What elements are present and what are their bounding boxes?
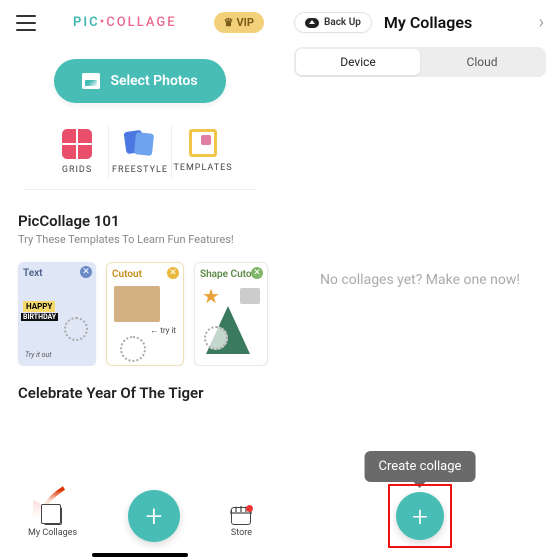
create-collage-fab[interactable]: + xyxy=(396,492,444,540)
tab-store[interactable]: Store xyxy=(231,507,252,538)
crown-icon: ♛ xyxy=(224,16,234,29)
segmented-control: Device Cloud xyxy=(294,47,546,77)
section-101-title: PicCollage 101 xyxy=(18,212,262,230)
right-header: Back Up My Collages › xyxy=(280,0,560,43)
templates-icon xyxy=(189,129,217,157)
template-card-shape-cutout[interactable]: ✕ Shape Cutout ★ xyxy=(194,262,268,366)
dotted-circle-icon xyxy=(120,336,146,362)
mode-templates[interactable]: TEMPLATES xyxy=(171,125,234,179)
celebrate-title: Celebrate Year Of The Tiger xyxy=(18,384,262,402)
home-indicator xyxy=(92,553,188,557)
photo-icon xyxy=(82,73,100,89)
star-icon: ★ xyxy=(202,284,220,308)
cloud-upload-icon xyxy=(305,18,319,28)
page-title: My Collages xyxy=(384,13,531,32)
brand-pic: PIC xyxy=(73,15,100,30)
mode-templates-label: TEMPLATES xyxy=(173,163,232,173)
tab-device[interactable]: Device xyxy=(296,49,420,75)
backup-label: Back Up xyxy=(324,17,361,28)
plus-icon: + xyxy=(146,499,163,534)
home-screen: PIC•COLLAGE ♛VIP Select Photos GRIDS FRE… xyxy=(0,0,280,560)
close-icon[interactable]: ✕ xyxy=(80,266,92,278)
grids-icon xyxy=(62,129,92,159)
select-photos-label: Select Photos xyxy=(110,73,197,89)
backup-button[interactable]: Back Up xyxy=(294,12,372,33)
dotted-circle-icon xyxy=(64,317,88,341)
section-celebrate: Celebrate Year Of The Tiger xyxy=(0,366,280,402)
create-fab[interactable]: + xyxy=(128,490,180,542)
card-text-note: Try it out xyxy=(25,351,52,359)
plus-icon: + xyxy=(412,500,428,533)
template-card-cutout[interactable]: ✕ Cutout ← try it xyxy=(106,262,184,366)
close-icon[interactable]: ✕ xyxy=(251,267,263,279)
card-text-tag1: HAPPY xyxy=(23,301,55,312)
store-icon xyxy=(231,507,251,525)
tab-my-collages[interactable]: My Collages xyxy=(28,507,77,538)
bottom-bar: My Collages + Store xyxy=(0,490,280,560)
small-photo-icon xyxy=(240,288,260,304)
mode-grids[interactable]: GRIDS xyxy=(46,125,108,179)
mode-grids-label: GRIDS xyxy=(62,165,92,175)
tab-cloud[interactable]: Cloud xyxy=(420,49,544,75)
select-photos-button[interactable]: Select Photos xyxy=(54,59,225,103)
brand-collage: COLLAGE xyxy=(106,15,176,30)
section-piccollage-101: PicCollage 101 Try These Templates To Le… xyxy=(0,190,280,252)
mode-freestyle-label: FREESTYLE xyxy=(112,165,168,175)
left-header: PIC•COLLAGE ♛VIP xyxy=(0,0,280,41)
tab-my-collages-label: My Collages xyxy=(28,528,77,538)
annotation-highlight-box: + xyxy=(388,484,452,548)
dotted-circle-icon xyxy=(204,326,228,350)
my-collages-screen: Back Up My Collages › Device Cloud No co… xyxy=(280,0,560,560)
menu-button[interactable] xyxy=(16,15,36,31)
close-icon[interactable]: ✕ xyxy=(167,267,179,279)
chevron-right-icon[interactable]: › xyxy=(539,12,546,33)
section-101-subtitle: Try These Templates To Learn Fun Feature… xyxy=(18,233,262,246)
notification-dot-icon xyxy=(246,505,253,512)
empty-state-text: No collages yet? Make one now! xyxy=(280,272,560,288)
brand-logo: PIC•COLLAGE xyxy=(73,15,177,30)
create-collage-tooltip: Create collage xyxy=(365,451,476,482)
tab-store-label: Store xyxy=(231,528,252,538)
freestyle-icon xyxy=(125,129,155,159)
my-collages-icon xyxy=(44,507,62,525)
vip-badge[interactable]: ♛VIP xyxy=(214,12,264,33)
template-cards[interactable]: ✕ Text HAPPY BIRTHDAY Try it out ✕ Cutou… xyxy=(0,252,280,366)
template-card-text[interactable]: ✕ Text HAPPY BIRTHDAY Try it out xyxy=(18,262,96,366)
mode-row: GRIDS FREESTYLE TEMPLATES xyxy=(24,119,256,190)
card-cutout-arrow: ← try it xyxy=(150,326,176,335)
photo-placeholder-icon xyxy=(114,286,160,322)
mode-freestyle[interactable]: FREESTYLE xyxy=(108,125,171,179)
card-text-tag2: BIRTHDAY xyxy=(21,313,58,321)
